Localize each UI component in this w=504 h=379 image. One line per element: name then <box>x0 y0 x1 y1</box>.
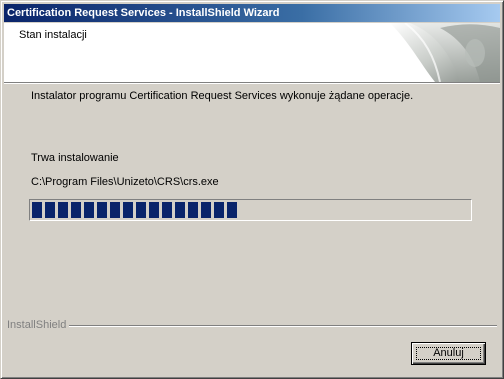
installer-window: Certification Request Services - Install… <box>0 0 504 379</box>
current-file-path: C:\Program Files\Unizeto\CRS\crs.exe <box>31 176 219 188</box>
progress-bar <box>29 199 472 221</box>
window-title: Certification Request Services - Install… <box>7 7 280 19</box>
status-text: Trwa instalowanie <box>31 152 119 164</box>
page-title: Stan instalacji <box>19 29 87 41</box>
footer-separator <box>7 325 497 327</box>
progress-fill <box>32 202 237 218</box>
title-bar[interactable]: Certification Request Services - Install… <box>4 4 500 22</box>
cancel-button-label: Anuluj <box>433 347 464 359</box>
description-text: Instalator programu Certification Reques… <box>31 90 414 102</box>
cancel-button[interactable]: Anuluj <box>411 342 486 365</box>
header-panel: Stan instalacji <box>4 23 500 82</box>
installshield-art-icon <box>390 23 500 82</box>
installshield-brand: InstallShield <box>7 319 70 331</box>
header-separator <box>4 82 500 84</box>
